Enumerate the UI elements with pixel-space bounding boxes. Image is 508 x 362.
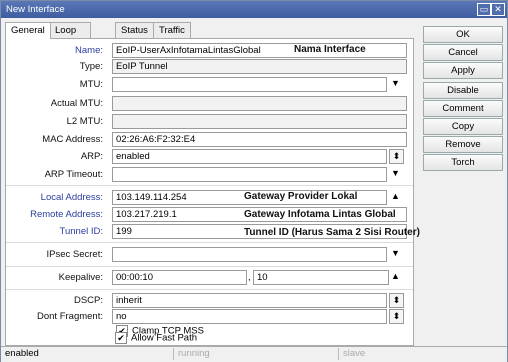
l2-mtu-field [112,114,407,129]
type-field: EoIP Tunnel [112,59,407,74]
arp-label: ARP: [80,151,103,162]
general-panel: Name: EoIP-UserAxInfotamaLintasGlobal Na… [5,38,420,346]
status-bar: enabled running slave [1,346,507,362]
arp-dropdown-icon[interactable]: ⬍ [389,149,404,164]
keepalive-separator: , [248,272,251,283]
divider [6,266,413,267]
remove-button[interactable]: Remove [423,136,503,153]
keepalive-label: Keepalive: [58,272,103,283]
actual-mtu-field [112,96,407,111]
dont-fragment-select[interactable]: no [112,309,387,324]
ok-button[interactable]: OK [423,26,503,43]
divider [6,289,413,290]
mac-address-input[interactable]: 02:26:A6:F2:32:E4 [112,132,407,147]
ipsec-secret-arrow-down-icon[interactable]: ▼ [389,247,402,260]
keepalive-interval-input[interactable]: 00:00:10 [112,270,247,285]
mtu-input[interactable] [112,77,387,92]
dscp-label: DSCP: [73,295,103,306]
tab-loop-protect[interactable]: Loop Protect [49,22,92,51]
keepalive-retries-input[interactable]: 10 [253,270,389,285]
status-running: running [174,348,339,360]
dont-fragment-dropdown-icon[interactable]: ⬍ [389,309,404,324]
arp-timeout-input[interactable] [112,167,387,182]
mtu-label: MTU: [79,79,103,90]
allow-fast-path-label: Allow Fast Path [131,332,197,344]
apply-button[interactable]: Apply [423,62,503,79]
cancel-button[interactable]: Cancel [423,44,503,61]
status-slave: slave [343,348,366,359]
arp-timeout-label: ARP Timeout: [44,169,103,180]
tunnel-id-note: Tunnel ID (Harus Sama 2 Sisi Router) [244,227,420,238]
local-address-note: Gateway Provider Lokal [244,191,358,202]
torch-button[interactable]: Torch [423,154,503,171]
allow-fast-path-checkbox[interactable]: ✔ Allow Fast Path [115,332,197,344]
dont-fragment-label: Dont Fragment: [37,311,103,322]
tab-general[interactable]: General [5,22,51,39]
dscp-dropdown-icon[interactable]: ⬍ [389,293,404,308]
tab-traffic[interactable]: Traffic [153,22,191,38]
ipsec-secret-input[interactable] [112,247,387,262]
copy-button[interactable]: Copy [423,118,503,135]
checkbox-check-icon[interactable]: ✔ [115,332,127,344]
arp-timeout-arrow-down-icon[interactable]: ▼ [389,167,402,180]
comment-button[interactable]: Comment [423,100,503,117]
l2-mtu-label: L2 MTU: [66,116,103,127]
actual-mtu-label: Actual MTU: [50,98,103,109]
close-icon[interactable]: ✕ [491,3,505,16]
new-interface-window: New Interface ▭ ✕ General Loop Protect S… [0,0,508,362]
local-address-arrow-up-icon[interactable]: ▲ [389,190,402,203]
divider [6,185,413,186]
dscp-select[interactable]: inherit [112,293,387,308]
tunnel-id-label: Tunnel ID: [59,226,103,237]
type-label: Type: [79,61,103,72]
title-bar[interactable]: New Interface ▭ ✕ [1,1,507,18]
mtu-arrow-down-icon[interactable]: ▼ [389,77,402,90]
ipsec-secret-label: IPsec Secret: [46,249,104,260]
remote-address-note: Gateway Infotama Lintas Global [244,209,396,220]
restore-icon[interactable]: ▭ [477,3,491,16]
window-title: New Interface [6,4,65,15]
mac-address-label: MAC Address: [42,134,103,145]
status-state: enabled [1,348,174,360]
local-address-label: Local Address: [40,192,103,203]
disable-button[interactable]: Disable [423,82,503,99]
divider [6,242,413,243]
name-note: Nama Interface [294,44,366,55]
name-label: Name: [75,45,103,56]
arp-select[interactable]: enabled [112,149,387,164]
remote-address-label: Remote Address: [30,209,103,220]
tab-status[interactable]: Status [115,22,154,38]
keepalive-arrow-up-icon[interactable]: ▲ [389,270,402,283]
